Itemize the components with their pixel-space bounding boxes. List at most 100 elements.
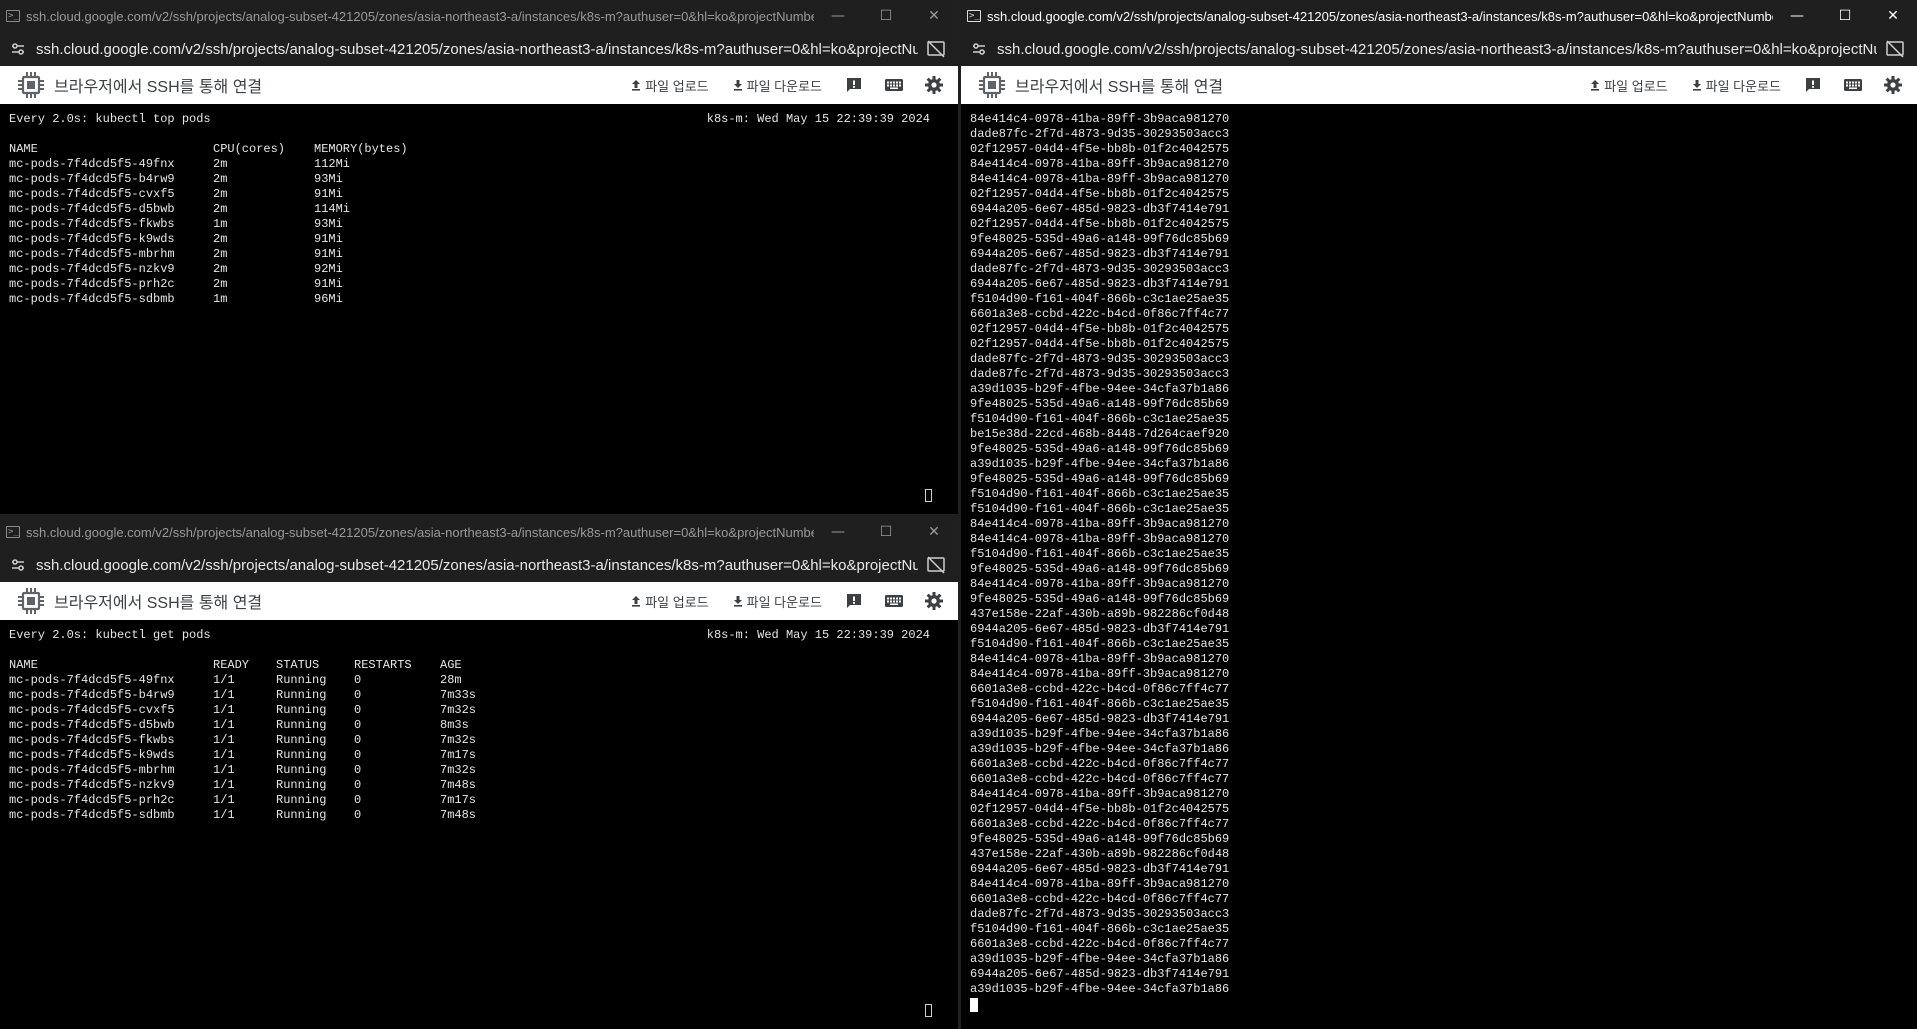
maximize-button[interactable]: ☐	[862, 0, 910, 32]
watch-header: Every 2.0s: kubectl get pods k8s-m: Wed M…	[9, 628, 949, 643]
settings-gear-icon[interactable]	[1883, 75, 1903, 95]
minimize-button[interactable]: —	[1773, 0, 1821, 32]
table-cell: Running	[276, 778, 327, 792]
download-file-button[interactable]: 파일 다운로드	[1690, 76, 1781, 95]
close-button[interactable]: ✕	[910, 0, 958, 32]
table-cell: mc-pods-7f4dcd5f5-cvxf5	[9, 703, 175, 717]
output-line: 02f12957-04d4-4f5e-bb8b-01f2c4042575	[970, 337, 1230, 351]
window-titlebar[interactable]: >_ ssh.cloud.google.com/v2/ssh/projects/…	[961, 0, 1917, 32]
output-line: 9fe48025-535d-49a6-a148-99f76dc85b69	[970, 592, 1230, 606]
close-button[interactable]: ✕	[1869, 0, 1917, 32]
ssh-window-uuid-output[interactable]: >_ ssh.cloud.google.com/v2/ssh/projects/…	[961, 0, 1917, 1029]
address-url[interactable]: ssh.cloud.google.com/v2/ssh/projects/ana…	[36, 41, 918, 58]
table-cell: 7m33s	[440, 688, 477, 702]
output-line: 6601a3e8-ccbd-422c-b4cd-0f86c7ff4c77	[970, 937, 1230, 951]
upload-file-button[interactable]: 파일 업로드	[629, 76, 709, 95]
terminal-output[interactable]: Every 2.0s: kubectl top pods k8s-m: Wed M…	[0, 104, 958, 514]
address-url[interactable]: ssh.cloud.google.com/v2/ssh/projects/ana…	[997, 41, 1877, 58]
ssh-window-top-pods[interactable]: >_ ssh.cloud.google.com/v2/ssh/projects/…	[0, 0, 958, 514]
table-cell: 0	[354, 703, 362, 717]
table-cell: mc-pods-7f4dcd5f5-prh2c	[9, 793, 175, 807]
window-titlebar[interactable]: >_ ssh.cloud.google.com/v2/ssh/projects/…	[0, 516, 958, 548]
address-url[interactable]: ssh.cloud.google.com/v2/ssh/projects/ana…	[36, 557, 918, 574]
window-titlebar[interactable]: >_ ssh.cloud.google.com/v2/ssh/projects/…	[0, 0, 958, 32]
output-line: dade87fc-2f7d-4873-9d35-30293503acc3	[970, 262, 1230, 276]
terminal-output[interactable]: 84e414c4-0978-41ba-89ff-3b9aca981270 dade…	[961, 104, 1917, 1029]
terminal-app-icon: >_	[967, 10, 981, 22]
download-file-button[interactable]: 파일 다운로드	[731, 592, 822, 611]
maximize-button[interactable]: ☐	[1821, 0, 1869, 32]
table-cell: 1/1	[213, 763, 235, 777]
upload-file-button[interactable]: 파일 업로드	[1588, 76, 1668, 95]
cast-off-icon[interactable]	[1885, 40, 1905, 58]
address-bar[interactable]: ssh.cloud.google.com/v2/ssh/projects/ana…	[961, 32, 1917, 66]
keyboard-icon[interactable]	[884, 591, 904, 611]
output-line: f5104d90-f161-404f-866b-c3c1ae25ae35	[970, 922, 1230, 936]
keyboard-icon[interactable]	[884, 75, 904, 95]
table-cell: 93Mi	[314, 217, 343, 231]
output-line: a39d1035-b29f-4fbe-94ee-34cfa37b1a86	[970, 457, 1230, 471]
output-line: f5104d90-f161-404f-866b-c3c1ae25ae35	[970, 697, 1230, 711]
maximize-button[interactable]: ☐	[862, 516, 910, 548]
table-cell: mc-pods-7f4dcd5f5-fkwbs	[9, 733, 175, 747]
settings-gear-icon[interactable]	[924, 591, 944, 611]
download-icon	[733, 596, 742, 607]
site-settings-icon[interactable]	[10, 41, 26, 57]
output-line: 6944a205-6e67-485d-9823-db3f7414e791	[970, 247, 1230, 261]
output-line: 6601a3e8-ccbd-422c-b4cd-0f86c7ff4c77	[970, 892, 1230, 906]
minimize-button[interactable]: —	[814, 516, 862, 548]
table-cell: 91Mi	[314, 277, 343, 291]
download-file-label: 파일 다운로드	[746, 594, 822, 610]
table-cell: 2m	[213, 157, 228, 171]
settings-gear-icon[interactable]	[924, 75, 944, 95]
site-settings-icon[interactable]	[971, 41, 987, 57]
table-cell: 7m32s	[440, 733, 477, 747]
table-cell: 2m	[213, 247, 228, 261]
table-cell: mc-pods-7f4dcd5f5-mbrhm	[9, 247, 175, 261]
table-cell: 1/1	[213, 703, 235, 717]
table-cell: 7m32s	[440, 763, 477, 777]
output-line: 84e414c4-0978-41ba-89ff-3b9aca981270	[970, 787, 1230, 801]
table-cell: Running	[276, 793, 327, 807]
prompt-line[interactable]	[970, 997, 1908, 1012]
minimize-button[interactable]: —	[814, 0, 862, 32]
pod-status-row: mc-pods-7f4dcd5f5-fkwbs 1/1 Running 0 7m32s	[9, 733, 949, 748]
table-cell: mc-pods-7f4dcd5f5-nzkv9	[9, 778, 175, 792]
address-bar[interactable]: ssh.cloud.google.com/v2/ssh/projects/ana…	[0, 548, 958, 582]
upload-file-label: 파일 업로드	[645, 594, 709, 610]
table-cell: 0	[354, 748, 362, 762]
address-bar[interactable]: ssh.cloud.google.com/v2/ssh/projects/ana…	[0, 32, 958, 66]
terminal-output[interactable]: Every 2.0s: kubectl get pods k8s-m: Wed M…	[0, 620, 958, 1029]
output-line: 84e414c4-0978-41ba-89ff-3b9aca981270	[970, 652, 1230, 666]
table-cell: 2m	[213, 277, 228, 291]
pod-status-row: mc-pods-7f4dcd5f5-d5bwb 1/1 Running 0 8m3s	[9, 718, 949, 733]
pod-metrics-row: mc-pods-7f4dcd5f5-prh2c 2m 91Mi	[9, 277, 949, 292]
close-button[interactable]: ✕	[910, 516, 958, 548]
cast-off-icon[interactable]	[926, 40, 946, 58]
keyboard-icon[interactable]	[1843, 75, 1863, 95]
connection-title: 브라우저에서 SSH를 통해 연결	[1015, 79, 1224, 96]
output-line: 6944a205-6e67-485d-9823-db3f7414e791	[970, 202, 1230, 216]
cast-off-icon[interactable]	[926, 556, 946, 574]
ssh-window-get-pods[interactable]: >_ ssh.cloud.google.com/v2/ssh/projects/…	[0, 516, 958, 1029]
output-line: 9fe48025-535d-49a6-a148-99f76dc85b69	[970, 562, 1230, 576]
output-line: 02f12957-04d4-4f5e-bb8b-01f2c4042575	[970, 322, 1230, 336]
pod-metrics-row: mc-pods-7f4dcd5f5-b4rw9 2m 93Mi	[9, 172, 949, 187]
feedback-icon[interactable]	[1803, 75, 1823, 95]
output-line: 02f12957-04d4-4f5e-bb8b-01f2c4042575	[970, 802, 1230, 816]
column-header: MEMORY(bytes)	[314, 142, 408, 156]
table-cell: 91Mi	[314, 247, 343, 261]
table-cell: 0	[354, 793, 362, 807]
output-line: 6601a3e8-ccbd-422c-b4cd-0f86c7ff4c77	[970, 307, 1230, 321]
table-cell: Running	[276, 808, 327, 822]
table-cell: mc-pods-7f4dcd5f5-49fnx	[9, 673, 175, 687]
download-file-button[interactable]: 파일 다운로드	[731, 76, 822, 95]
site-settings-icon[interactable]	[10, 557, 26, 573]
feedback-icon[interactable]	[844, 75, 864, 95]
table-cell: 1/1	[213, 793, 235, 807]
feedback-icon[interactable]	[844, 591, 864, 611]
upload-file-button[interactable]: 파일 업로드	[629, 592, 709, 611]
table-cell: Running	[276, 718, 327, 732]
pod-metrics-row: mc-pods-7f4dcd5f5-fkwbs 1m 93Mi	[9, 217, 949, 232]
